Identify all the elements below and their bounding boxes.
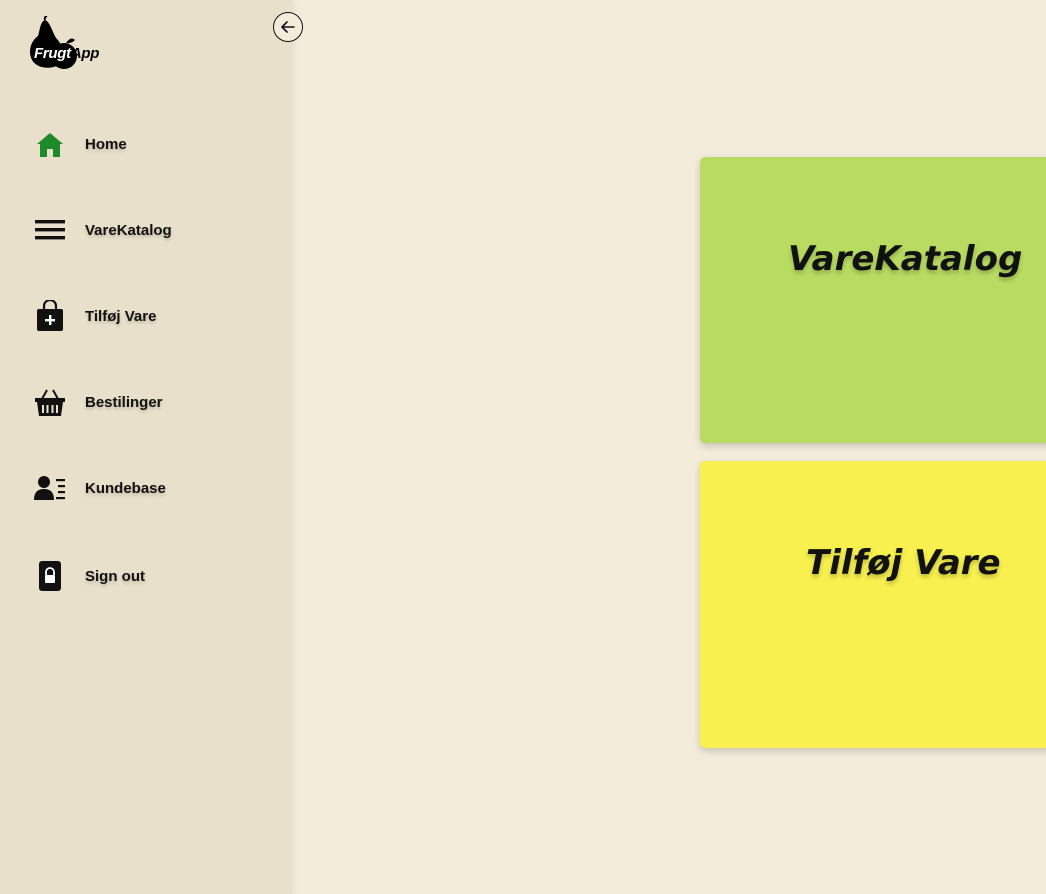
logo-text: FrugtApp xyxy=(34,45,100,62)
basket-icon xyxy=(34,386,66,418)
sidebar-item-label: VareKatalog xyxy=(85,221,172,239)
sidebar: FrugtApp Home VareKatalog Tilføj Vare Be… xyxy=(0,0,292,894)
card-title: VareKatalog xyxy=(788,239,1023,279)
home-icon xyxy=(34,128,66,160)
menu-lines-icon xyxy=(34,214,66,246)
sidebar-item-kundebase[interactable]: Kundebase xyxy=(34,472,166,504)
sidebar-item-bestilinger[interactable]: Bestilinger xyxy=(34,386,163,418)
sidebar-item-tilfoej-vare[interactable]: Tilføj Vare xyxy=(34,300,156,332)
sidebar-item-label: Tilføj Vare xyxy=(85,307,157,325)
sidebar-item-label: Bestilinger xyxy=(85,393,163,411)
sidebar-item-label: Kundebase xyxy=(85,479,166,497)
arrow-left-icon xyxy=(281,21,295,33)
sidebar-item-label: Sign out xyxy=(85,567,145,585)
pear-logo-icon xyxy=(30,15,77,69)
sidebar-item-label: Home xyxy=(85,135,127,153)
sidebar-item-varekatalog[interactable]: VareKatalog xyxy=(34,214,172,246)
lock-icon xyxy=(34,560,66,592)
sidebar-item-home[interactable]: Home xyxy=(34,128,127,160)
shopping-bag-plus-icon xyxy=(34,300,66,332)
collapse-sidebar-button[interactable] xyxy=(273,12,303,42)
app-logo[interactable]: FrugtApp xyxy=(28,15,128,72)
varekatalog-card[interactable]: VareKatalog xyxy=(700,157,1046,443)
contact-list-icon xyxy=(34,472,66,504)
sidebar-item-sign-out[interactable]: Sign out xyxy=(34,560,145,592)
card-title: Tilføj Vare xyxy=(806,543,1001,583)
tilfoej-vare-card[interactable]: Tilføj Vare xyxy=(700,461,1046,748)
